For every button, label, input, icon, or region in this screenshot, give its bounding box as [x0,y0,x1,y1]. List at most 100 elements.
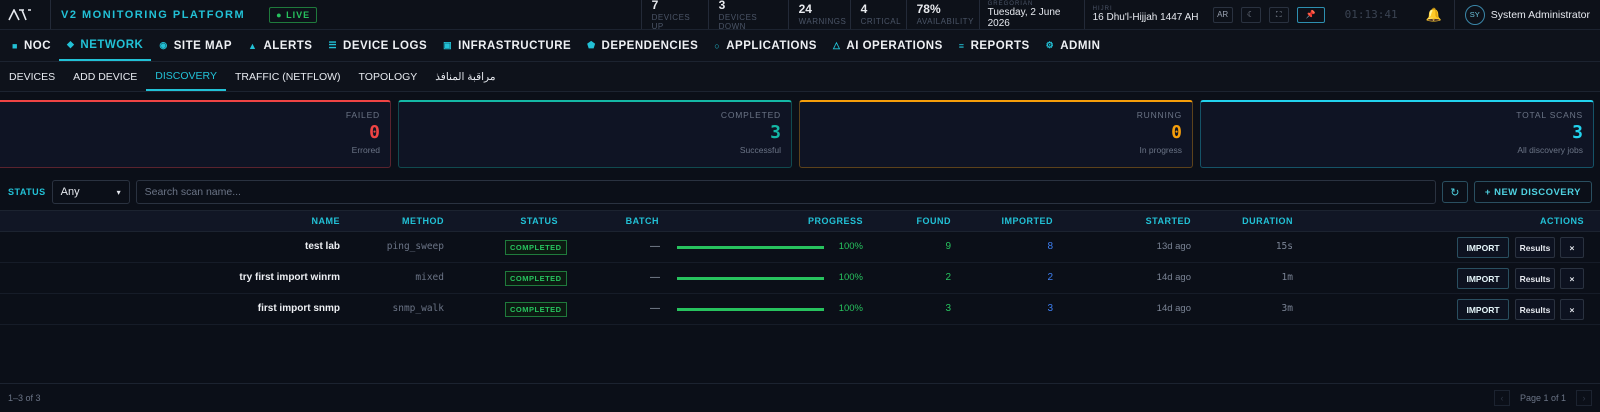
progress-bar [677,246,824,249]
nav-reports[interactable]: ≡ REPORTS [951,30,1038,61]
started-time: 13d ago [1156,241,1191,252]
scan-batch: — [650,241,660,252]
progress-bar [677,308,824,311]
tab-add-device[interactable]: ADD DEVICE [64,62,146,91]
brand-title: V2 MONITORING PLATFORM [50,0,255,29]
gregorian-date: GREGORIAN Tuesday, 2 June 2026 [978,0,1084,29]
failed-count: 0 [369,122,380,143]
completed-count: 3 [770,122,781,143]
scan-method: snmp_walk [392,303,444,314]
progress-percent: 100% [838,303,863,314]
nav-ai-operations[interactable]: △ AI OPERATIONS [825,30,951,61]
delete-icon[interactable]: × [1560,299,1584,320]
delete-icon[interactable]: × [1560,268,1584,289]
tab-port-monitoring[interactable]: مراقبة المنافذ [426,62,504,91]
tab-discovery[interactable]: DISCOVERY [146,62,226,91]
fullscreen-icon[interactable]: ⛶ [1268,6,1289,23]
progress-percent: 100% [838,272,863,283]
network-icon: ◆ [67,39,75,49]
stat-devices-up[interactable]: 7 DEVICES UP [640,0,708,31]
stat-critical[interactable]: 4 CRITICAL [849,0,906,29]
col-batch[interactable]: BATCH [626,216,659,226]
nav-applications[interactable]: ○ APPLICATIONS [706,30,825,61]
chevron-down-icon: ▾ [116,187,121,197]
duration: 15s [1275,241,1293,252]
nav-infrastructure[interactable]: ▣ INFRASTRUCTURE [435,30,579,61]
avatar: SY [1464,4,1485,25]
nav-device-logs[interactable]: ☰ DEVICE LOGS [320,30,435,61]
nav-alerts[interactable]: ▲ ALERTS [240,30,320,61]
language-toggle-button[interactable]: AR [1212,6,1233,23]
record-count: 1–3 of 3 [8,393,41,403]
col-method[interactable]: METHOD [402,216,444,226]
nav-admin[interactable]: ⚙ ADMIN [1038,30,1109,61]
col-imported[interactable]: IMPORTED [1001,216,1053,226]
alerts-icon: ▲ [248,40,258,51]
table-row[interactable]: test lab ping_sweep COMPLETED — 100% 9 8… [0,232,1600,263]
notifications-bell-icon[interactable]: 🔔 [1414,0,1454,29]
filter-bar: STATUS Any ▾ Search scan name... ↻ + NEW… [0,176,1600,208]
tab-topology[interactable]: TOPOLOGY [350,62,427,91]
tab-devices[interactable]: DEVICES [0,62,64,91]
stat-availability[interactable]: 78% AVAILABILITY [905,0,979,29]
ai-operations-icon: △ [832,40,841,50]
refresh-button[interactable]: ↻ [1441,181,1468,203]
found-count: 2 [945,272,951,283]
scan-name: try first import winrm [239,272,340,283]
results-button[interactable]: Results [1515,299,1555,320]
pagination: ‹ Page 1 of 1 › [1493,390,1592,406]
delete-icon[interactable]: × [1560,237,1584,258]
started-time: 14d ago [1156,303,1191,314]
noc-icon: ■ [12,40,18,51]
progress-bar [677,277,824,280]
col-name[interactable]: NAME [312,216,341,226]
found-count: 3 [945,303,951,314]
total-scans-count: 3 [1572,122,1583,143]
nav-network[interactable]: ◆ NETWORK [59,30,152,61]
progress-percent: 100% [838,241,863,252]
nav-dependencies[interactable]: ⬟ DEPENDENCIES [579,30,706,61]
tab-traffic-netflow[interactable]: TRAFFIC (NETFLOW) [226,62,350,91]
logo[interactable] [0,0,50,29]
nav-noc[interactable]: ■ NOC [4,30,59,61]
import-button[interactable]: IMPORT [1457,268,1509,289]
running-card: RUNNING 0 In progress [799,100,1193,168]
prev-page-button[interactable]: ‹ [1493,390,1510,406]
results-button[interactable]: Results [1515,237,1555,258]
stat-devices-down[interactable]: 3 DEVICES DOWN [707,0,788,31]
status-filter-label: STATUS [8,187,46,197]
col-actions: ACTIONS [1540,216,1584,226]
dependencies-icon: ⬟ [587,40,596,50]
new-discovery-button[interactable]: + NEW DISCOVERY [1473,181,1592,203]
next-page-button[interactable]: › [1576,390,1592,406]
scan-batch: — [650,272,660,283]
pin-icon[interactable]: 📌 [1296,6,1325,23]
device-logs-icon: ☰ [328,40,338,50]
scan-method: ping_sweep [386,241,444,252]
table-row[interactable]: first import snmp snmp_walk COMPLETED — … [0,294,1600,325]
stat-warnings[interactable]: 24 WARNINGS [787,0,850,29]
import-button[interactable]: IMPORT [1457,299,1509,320]
top-bar: V2 MONITORING PLATFORM ● LIVE 7 DEVICES … [0,0,1600,31]
theme-toggle-icon[interactable]: ☾ [1240,6,1261,23]
table-row[interactable]: try first import winrm mixed COMPLETED —… [0,263,1600,294]
progress-fill [677,308,824,311]
nav-site-map[interactable]: ◉ SITE MAP [151,30,240,61]
logo-mark-icon [8,8,31,20]
col-progress[interactable]: PROGRESS [808,216,863,226]
scan-name: test lab [304,241,340,252]
progress-fill [677,277,824,280]
admin-gear-icon: ⚙ [1045,40,1055,50]
reports-icon: ≡ [958,40,965,51]
status-badge: COMPLETED [505,271,567,286]
import-button[interactable]: IMPORT [1457,237,1509,258]
user-menu[interactable]: SY System Administrator [1453,0,1600,29]
col-status[interactable]: STATUS [520,216,558,226]
col-duration[interactable]: DURATION [1242,216,1293,226]
live-badge: ● LIVE [269,6,318,23]
col-found[interactable]: FOUND [917,216,952,226]
status-select[interactable]: Any ▾ [51,180,130,204]
col-started[interactable]: STARTED [1146,216,1191,226]
results-button[interactable]: Results [1515,268,1555,289]
search-input[interactable]: Search scan name... [135,180,1436,204]
